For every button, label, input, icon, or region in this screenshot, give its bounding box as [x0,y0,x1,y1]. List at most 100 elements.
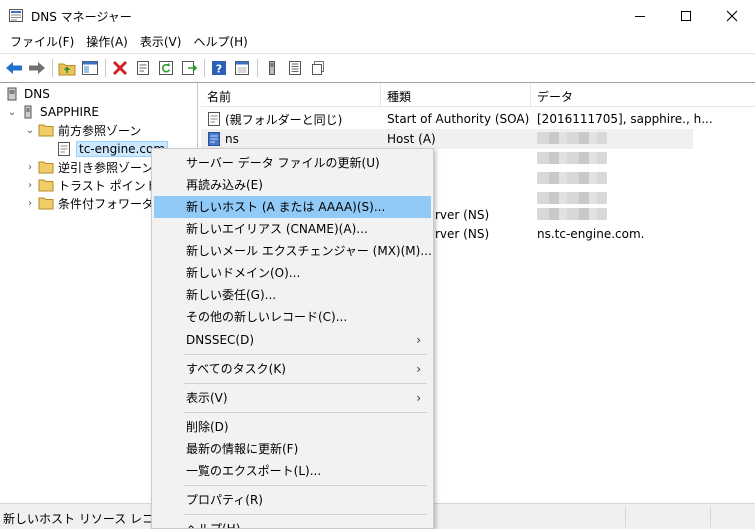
refresh-icon [159,60,173,75]
help-icon: ? [212,60,226,75]
menu-view[interactable]: 表示(V) [134,31,188,53]
tree-item-dns[interactable]: DNS [4,85,50,103]
folder-icon [38,179,54,192]
tree-item-forward-zones[interactable]: ⌄ 前方参照ゾーン [24,121,142,139]
status-divider [625,507,626,527]
folder-icon [38,161,54,174]
redacted-value [537,131,607,144]
records-icon [289,60,301,75]
menu-separator [184,514,427,515]
copy-button[interactable] [308,58,328,78]
menu-item-new-alias[interactable]: 新しいエイリアス (CNAME)(A)... [154,218,431,240]
menu-item-refresh[interactable]: 最新の情報に更新(F) [154,438,431,460]
tree-item-trust-points[interactable]: › トラスト ポイント [24,176,158,194]
menu-item-new-host[interactable]: 新しいホスト (A または AAAA)(S)... [154,196,431,218]
title-bar: DNS マネージャー [0,0,755,31]
menu-help[interactable]: ヘルプ(H) [187,31,253,53]
column-type[interactable]: 種類 [381,83,531,107]
menu-item-new-mail-exchanger[interactable]: 新しいメール エクスチェンジャー (MX)(M)... [154,240,432,262]
menu-item-help[interactable]: ヘルプ(H) [154,518,431,528]
menu-separator [184,412,427,413]
redacted-value [537,207,607,220]
back-arrow-icon [6,61,22,74]
chevron-right-icon: › [416,333,421,347]
chevron-down-icon[interactable]: ⌄ [24,125,36,136]
menu-item-dnssec[interactable]: DNSSEC(D) › [154,329,431,351]
table-row[interactable]: (親フォルダーと同じ) Start of Authority (SOA) [20… [201,109,755,129]
delete-icon [112,60,128,75]
maximize-button[interactable] [663,0,709,31]
menu-item-reload[interactable]: 再読み込み(E) [154,174,431,196]
folder-icon [38,124,54,137]
show-hide-tree-button[interactable] [80,58,100,78]
menu-item-new-delegation[interactable]: 新しい委任(G)... [154,284,431,306]
server-button[interactable] [262,58,282,78]
toolbar-separator [52,58,53,77]
refresh-button[interactable] [156,58,176,78]
dns-icon [7,87,17,101]
properties-icon [137,60,149,75]
delete-button[interactable] [110,58,130,78]
toolbar: ? [0,53,755,81]
record-name: ns [225,132,239,146]
menu-item-update-server-data-file[interactable]: サーバー データ ファイルの更新(U) [154,152,431,174]
toolbar-separator [204,58,205,77]
window-title: DNS マネージャー [31,10,132,24]
maximize-icon [681,10,691,21]
folder-up-icon [58,63,76,75]
console-icon [235,60,249,75]
svg-text:?: ? [216,62,222,75]
dns-app-icon [9,9,23,22]
up-one-level-button[interactable] [57,58,77,78]
chevron-right-icon[interactable]: › [24,162,36,173]
menu-item-label: DNSSEC(D) [186,333,255,347]
menu-item-other-new-records[interactable]: その他の新しいレコード(C)... [154,306,431,328]
menu-separator [184,485,427,486]
menu-item-label: すべてのタスク(K) [186,362,286,376]
list-header: 名前 種類 データ [201,83,755,107]
zone-file-icon [58,142,70,156]
redacted-value [537,171,607,184]
toolbar-separator [257,58,258,77]
chevron-right-icon[interactable]: › [24,180,36,191]
redacted-value [537,191,607,204]
records-button[interactable] [285,58,305,78]
forward-button[interactable] [27,58,47,78]
column-data[interactable]: データ [531,83,755,107]
menu-item-all-tasks[interactable]: すべてのタスク(K) › [154,358,431,380]
record-data [531,207,755,223]
menu-separator [184,383,427,384]
console-button[interactable] [232,58,252,78]
export-list-button[interactable] [179,58,199,78]
menu-item-export-list[interactable]: 一覧のエクスポート(L)... [154,460,431,482]
record-type: Start of Authority (SOA) [387,112,530,126]
context-menu: サーバー データ ファイルの更新(U) 再読み込み(E) 新しいホスト (A ま… [151,148,434,529]
record-data: ns.tc-engine.com. [537,227,645,241]
close-icon [726,10,738,21]
properties-button[interactable] [133,58,153,78]
tree-item-server[interactable]: ⌄ SAPPHIRE [6,103,99,121]
chevron-right-icon: › [416,391,421,405]
copy-icon [312,60,324,75]
menu-item-properties[interactable]: プロパティ(R) [154,489,431,511]
menu-item-delete[interactable]: 削除(D) [154,416,431,438]
chevron-right-icon[interactable]: › [24,198,36,209]
column-name[interactable]: 名前 [201,83,381,107]
redacted-value [537,151,607,164]
server-icon [24,105,32,119]
tree-item-conditional-forwarders[interactable]: › 条件付フォワーダー [24,194,166,212]
chevron-down-icon[interactable]: ⌄ [6,107,18,118]
menu-file[interactable]: ファイル(F) [4,31,80,53]
record-icon [208,112,220,126]
tree-item-reverse-zones[interactable]: › 逆引き参照ゾーン [24,158,153,176]
chevron-right-icon: › [416,362,421,376]
back-button[interactable] [4,58,24,78]
menu-item-new-domain[interactable]: 新しいドメイン(O)... [154,262,431,284]
menu-action[interactable]: 操作(A) [80,31,134,53]
table-row[interactable]: ns Host (A) [201,129,693,149]
minimize-button[interactable] [617,0,663,31]
menu-item-view[interactable]: 表示(V) › [154,387,431,409]
help-button[interactable]: ? [209,58,229,78]
record-name: (親フォルダーと同じ) [225,112,343,127]
close-button[interactable] [709,0,755,31]
